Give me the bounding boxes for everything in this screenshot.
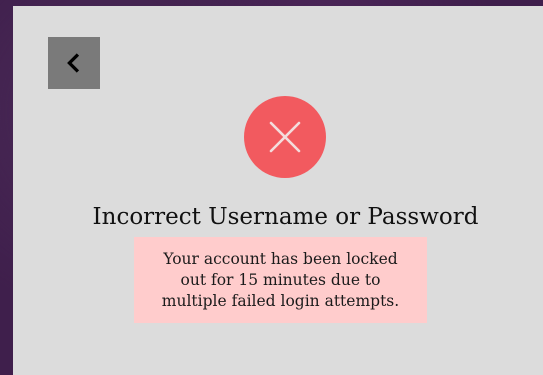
error-title: Incorrect Username or Password (92, 204, 479, 230)
chevron-left-icon (67, 53, 80, 73)
back-button[interactable] (48, 37, 100, 89)
lockout-message: Your account has been locked out for 15 … (162, 249, 399, 312)
close-icon (269, 121, 301, 153)
error-status-icon (244, 96, 326, 178)
lockout-message-line: multiple failed login attempts. (161, 291, 400, 310)
lockout-message-box: Your account has been locked out for 15 … (134, 237, 427, 323)
lockout-message-line: out for 15 minutes due to (180, 270, 381, 289)
lockout-message-line: Your account has been locked (163, 249, 398, 268)
